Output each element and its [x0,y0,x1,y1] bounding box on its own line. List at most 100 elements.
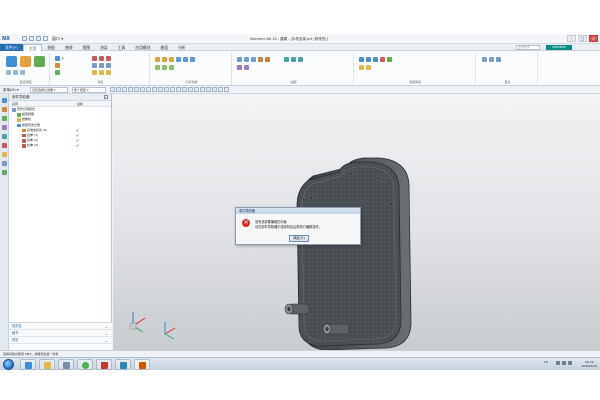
snap-existing-point-icon[interactable] [140,87,145,92]
unite-icon[interactable] [92,56,97,61]
maximize-button[interactable]: □ [578,35,587,42]
tree-node[interactable]: 拉伸 (3) ✔ [9,143,111,148]
edge-blend-icon[interactable] [106,63,111,68]
input-method[interactable]: CH [544,360,548,364]
snap-midpoint-icon[interactable] [116,87,121,92]
taskbar-ie[interactable] [20,359,36,370]
part-navigator-icon[interactable] [2,98,7,103]
view-triad[interactable] [129,312,146,333]
tab-application[interactable]: 应用模块 [130,44,155,51]
flag-icon[interactable] [568,361,572,365]
shaded-with-edges-icon[interactable] [188,87,193,92]
split-body-icon[interactable] [106,70,111,75]
thicken-icon[interactable] [258,57,263,62]
replay-icon[interactable] [366,65,371,70]
edit-position-icon[interactable] [366,57,371,62]
tab-home[interactable]: 主页 [22,44,43,51]
subtract-icon[interactable] [99,56,104,61]
resize-blend-icon[interactable] [190,57,195,62]
minimize-button[interactable]: – [567,35,576,42]
intersect-icon[interactable] [106,56,111,61]
extrude-icon[interactable] [20,56,31,67]
section-view-icon[interactable] [200,87,205,92]
tab-analysis[interactable]: 分析 [173,44,191,51]
snap-endpoint-icon[interactable] [110,87,115,92]
orient-view-icon[interactable] [158,87,163,92]
volume-icon[interactable] [562,361,566,365]
move-face-icon[interactable] [155,57,160,62]
cut-icon[interactable] [43,36,48,41]
revolve-icon[interactable] [34,56,45,67]
trim-body-icon[interactable] [99,70,104,75]
sew-icon[interactable] [265,57,270,62]
tab-tools[interactable]: 工具 [113,44,131,51]
through-mesh-icon[interactable] [244,57,249,62]
fit-view-icon[interactable] [164,87,169,92]
panel-dependencies[interactable]: 相关性 ⌄ [9,323,112,330]
datum-plane-icon[interactable] [155,65,160,70]
measure-body-icon[interactable] [489,57,494,62]
offset-region-icon[interactable] [169,57,174,62]
tab-view[interactable]: 视图 [78,44,96,51]
move-feature-icon[interactable] [373,57,378,62]
redo-icon[interactable] [36,36,41,41]
main-menu-button[interactable]: 菜单(M) ▾ [3,87,19,93]
reuse-library-icon[interactable] [2,125,7,130]
boss-icon[interactable] [55,63,60,68]
snap-intersection-icon[interactable] [134,87,139,92]
taskbar-media[interactable] [58,359,74,370]
snap-quadrant-icon[interactable] [128,87,133,92]
wireframe-icon[interactable] [194,87,199,92]
save-icon[interactable] [22,36,27,41]
undo-icon[interactable] [29,36,34,41]
system-materials-icon[interactable] [2,143,7,148]
tab-render[interactable]: 渲染 [95,44,113,51]
close-button[interactable]: ✕ [589,35,598,42]
edit-parameters-icon[interactable] [359,57,364,62]
tab-file[interactable]: 文件(F) [0,44,23,51]
reorder-feature-icon[interactable] [359,65,364,70]
history-icon[interactable] [2,134,7,139]
studio-surface-icon[interactable] [237,65,242,70]
snap-on-face-icon[interactable] [152,87,157,92]
replace-face-icon[interactable] [176,57,181,62]
taskbar-nx[interactable] [96,359,112,370]
dialog-title[interactable]: 零件导航器 [236,208,360,214]
phone-holder-body[interactable] [296,157,412,350]
pull-face-icon[interactable] [162,57,167,62]
more-tools-icon[interactable] [496,57,501,62]
support-peg-left[interactable] [284,303,310,315]
panel-details[interactable]: 细节 ⌄ [9,330,112,337]
network-icon[interactable] [556,361,560,365]
selection-scope-dropdown[interactable]: 整个装配 ▾ [72,87,106,93]
line-icon[interactable] [6,70,11,75]
pan-view-icon[interactable] [182,87,187,92]
sketch-icon[interactable] [6,56,17,67]
layer-settings-icon[interactable] [206,87,211,92]
suppress-feature-icon[interactable] [380,57,385,62]
start-button[interactable] [3,359,14,370]
pin-icon[interactable] [104,95,108,99]
chamfer-icon[interactable] [92,70,97,75]
measure-distance-icon[interactable] [482,57,487,62]
work-layer-icon[interactable] [218,87,223,92]
constraint-navigator-icon[interactable] [2,116,7,121]
taskbar-explorer[interactable] [39,359,55,370]
roles-icon[interactable] [2,152,7,157]
tab-curve[interactable]: 曲线 [60,44,78,51]
web-browser-icon[interactable] [2,161,7,166]
delete-face-icon[interactable] [183,57,188,62]
pattern-icon[interactable] [55,70,60,75]
process-studio-icon[interactable] [2,170,7,175]
panel-preview[interactable]: 预览 ⌄ [9,337,112,344]
circle-icon[interactable] [20,70,25,75]
wcs-dynamic-icon[interactable] [224,87,229,92]
datum-axis-icon[interactable] [162,65,167,70]
zoom-icon[interactable] [170,87,175,92]
show-hide-icon[interactable] [212,87,217,92]
unsuppress-feature-icon[interactable] [387,57,392,62]
tab-surface[interactable]: 曲面 [156,44,174,51]
shell-icon[interactable] [92,63,97,68]
taskbar-nx-active[interactable] [134,359,150,370]
taskbar-chrome[interactable] [77,359,93,370]
